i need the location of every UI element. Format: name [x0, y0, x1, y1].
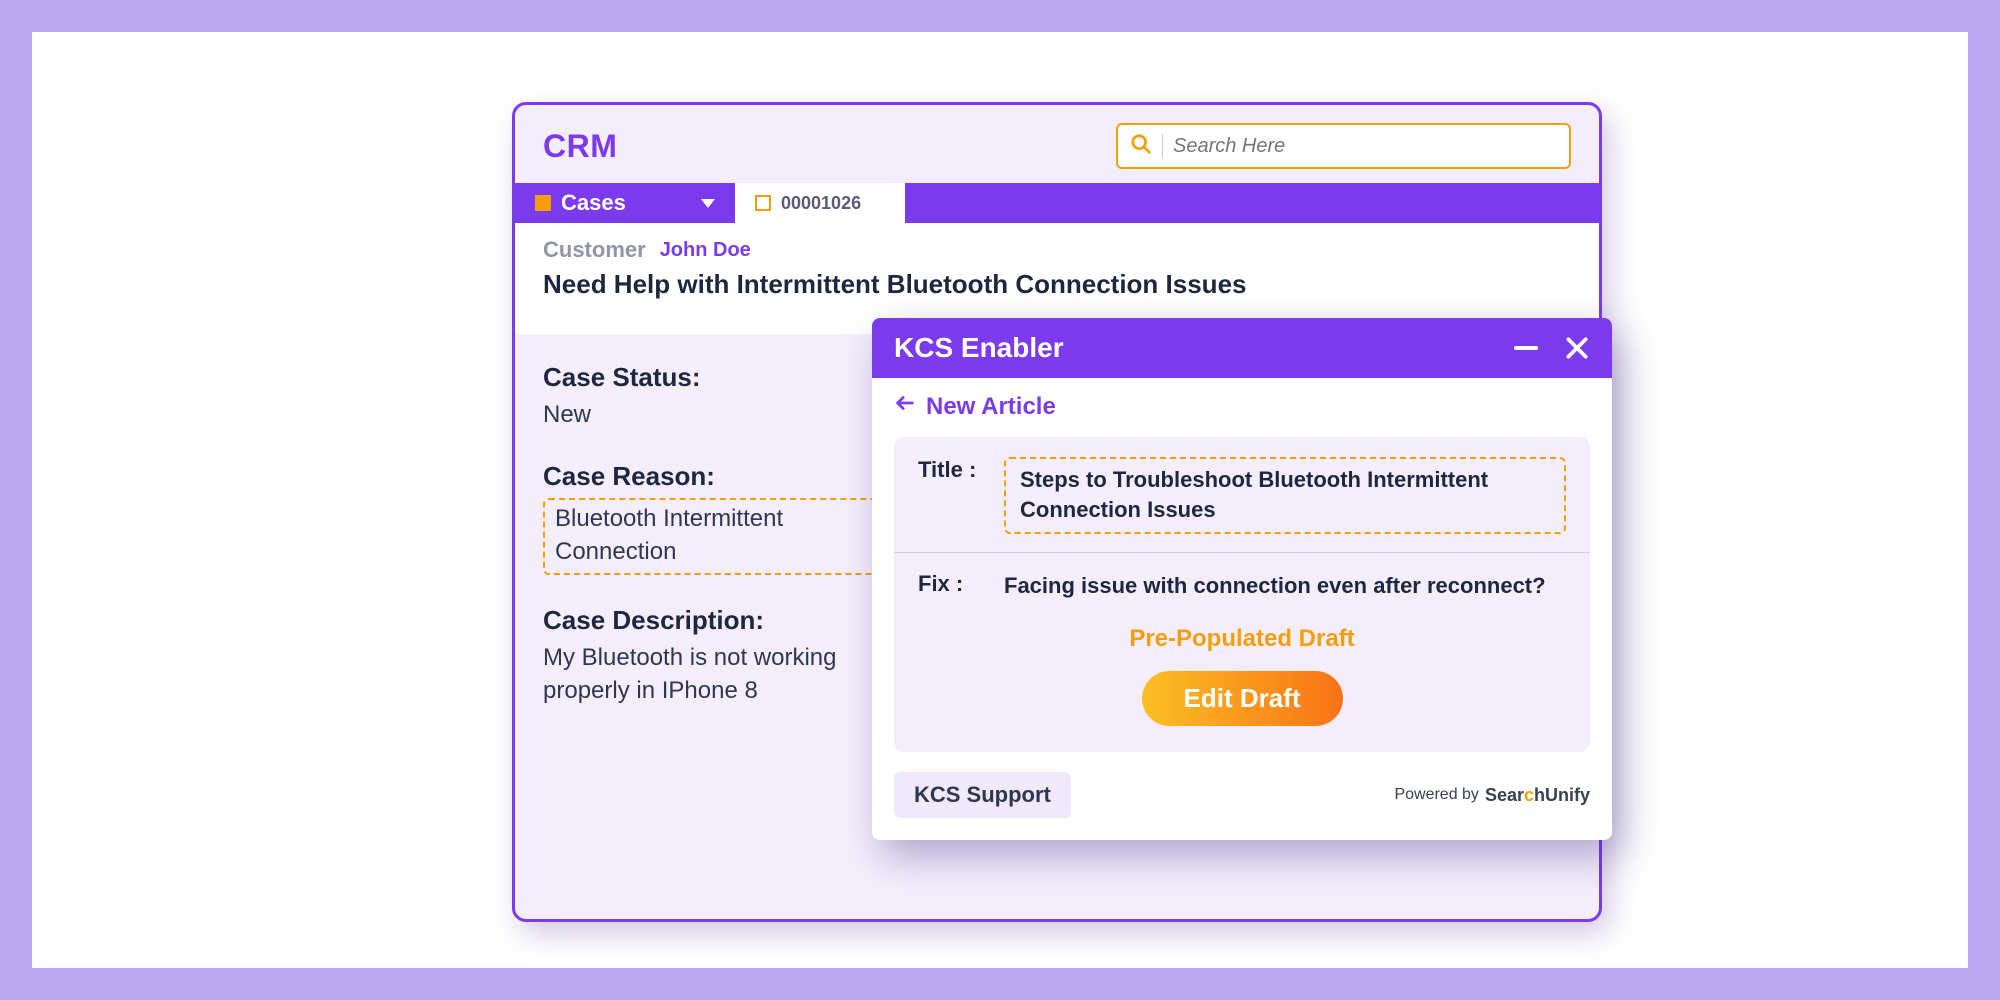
- kcs-support-chip[interactable]: KCS Support: [894, 772, 1071, 818]
- kcs-panel: KCS Enabler New Article Title : Steps to…: [872, 318, 1612, 840]
- customer-name: John Doe: [660, 239, 751, 262]
- search-input[interactable]: [1173, 135, 1557, 158]
- kcs-breadcrumb[interactable]: New Article: [872, 378, 1612, 431]
- kcs-footer: KCS Support Powered by SearchUnify: [872, 752, 1612, 840]
- kcs-title: KCS Enabler: [894, 332, 1064, 364]
- search-box[interactable]: [1116, 123, 1571, 169]
- kcs-title-key: Title :: [918, 457, 990, 483]
- close-icon[interactable]: [1564, 335, 1590, 361]
- kcs-fix-value: Facing issue with connection even after …: [1004, 571, 1546, 601]
- status-label: Case Status:: [543, 362, 907, 393]
- kcs-breadcrumb-label: New Article: [926, 393, 1056, 421]
- app-title: CRM: [543, 128, 617, 165]
- kcs-fix-key: Fix :: [918, 571, 990, 597]
- divider: [894, 552, 1590, 553]
- tab-cases-label: Cases: [561, 190, 626, 216]
- tabstrip: Cases 00001026: [515, 183, 1599, 223]
- kcs-card: Title : Steps to Troubleshoot Bluetooth …: [894, 437, 1590, 752]
- edit-draft-button[interactable]: Edit Draft: [1142, 671, 1343, 726]
- search-icon: [1130, 133, 1152, 160]
- searchunify-logo: SearchUnify: [1485, 785, 1590, 806]
- tab-cases-filter[interactable]: Cases: [515, 183, 735, 223]
- status-value: New: [543, 399, 907, 431]
- case-number: 00001026: [781, 193, 861, 214]
- crm-header: CRM: [515, 105, 1599, 183]
- description-label: Case Description:: [543, 605, 907, 636]
- search-divider: [1162, 134, 1163, 158]
- minimize-icon[interactable]: [1514, 346, 1538, 350]
- description-value: My Bluetooth is not working properly in …: [543, 642, 907, 707]
- powered-by-label: Powered by: [1394, 786, 1479, 804]
- case-title: Need Help with Intermittent Bluetooth Co…: [543, 269, 1571, 300]
- reason-value: Bluetooth Intermittent Connection: [543, 498, 907, 575]
- square-filled-icon: [535, 195, 551, 211]
- reason-label: Case Reason:: [543, 461, 907, 492]
- kcs-title-value: Steps to Troubleshoot Bluetooth Intermit…: [1004, 457, 1566, 534]
- powered-by: Powered by SearchUnify: [1394, 785, 1590, 806]
- chevron-down-icon: [701, 199, 715, 208]
- arrow-left-icon: [894, 392, 916, 421]
- customer-label: Customer: [543, 237, 646, 263]
- tab-case-number[interactable]: 00001026: [735, 183, 905, 223]
- draft-label: Pre-Populated Draft: [918, 625, 1566, 653]
- square-outline-icon: [755, 195, 771, 211]
- stage: CRM Cases 00001026: [32, 32, 1968, 968]
- kcs-header: KCS Enabler: [872, 318, 1612, 378]
